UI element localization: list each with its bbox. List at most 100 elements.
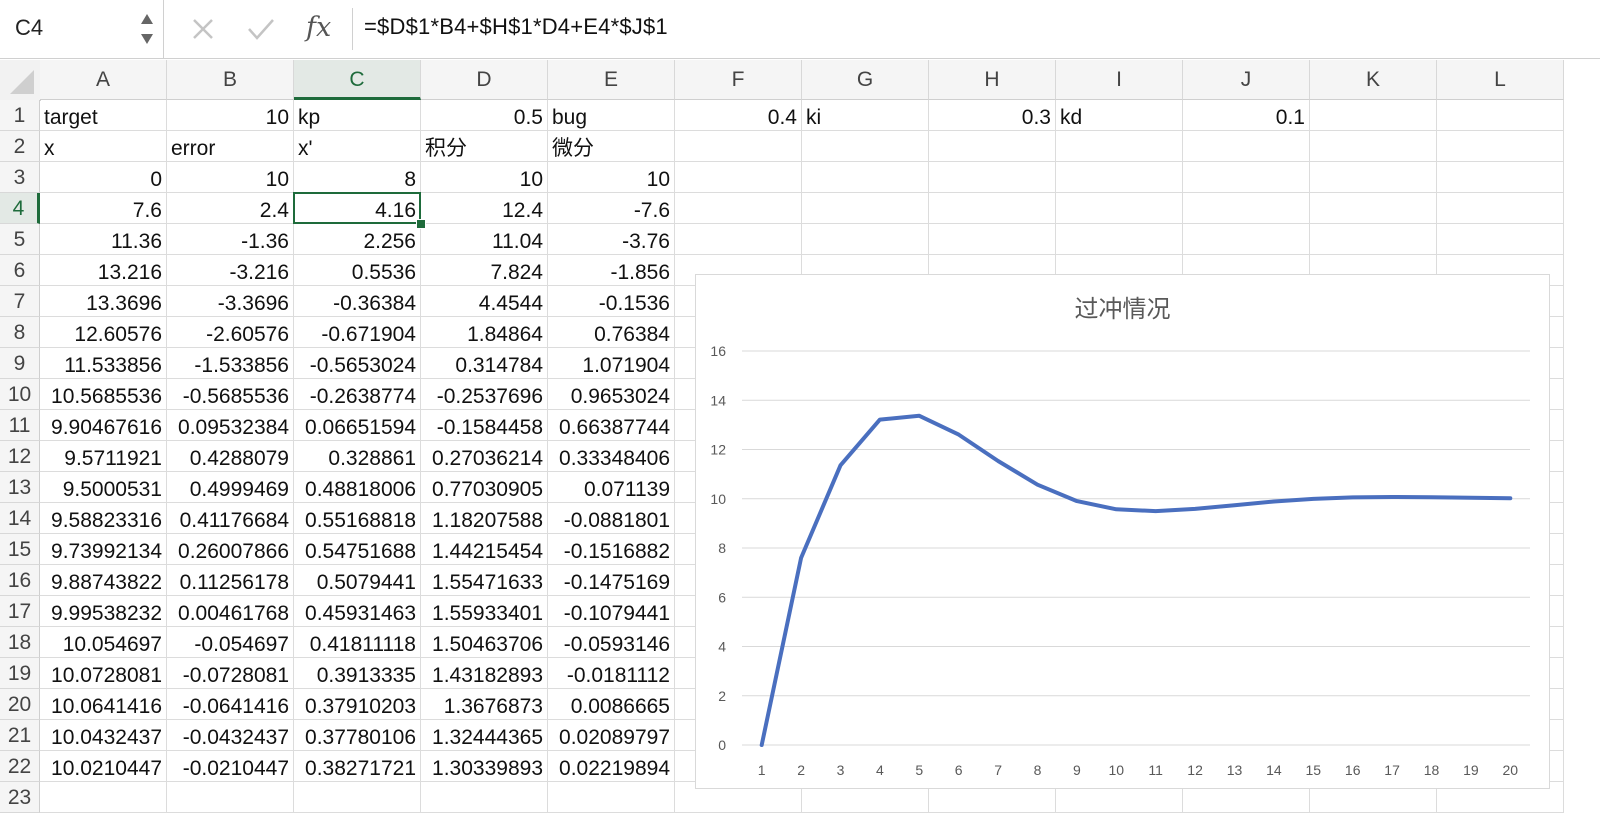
cell-i1[interactable]: kd bbox=[1056, 100, 1183, 131]
cell-g4[interactable] bbox=[802, 193, 929, 224]
cell-d19[interactable]: 1.43182893 bbox=[421, 658, 548, 689]
cell-i2[interactable] bbox=[1056, 131, 1183, 162]
cell-l4[interactable] bbox=[1437, 193, 1564, 224]
cell-j5[interactable] bbox=[1183, 224, 1310, 255]
cell-d22[interactable]: 1.30339893 bbox=[421, 751, 548, 782]
cell-a15[interactable]: 9.73992134 bbox=[40, 534, 167, 565]
cell-d17[interactable]: 1.55933401 bbox=[421, 596, 548, 627]
cell-a2[interactable]: x bbox=[40, 131, 167, 162]
row-header-15[interactable]: 15 bbox=[0, 534, 40, 565]
cell-c6[interactable]: 0.5536 bbox=[294, 255, 421, 286]
cell-c1[interactable]: kp bbox=[294, 100, 421, 131]
cell-a7[interactable]: 13.3696 bbox=[40, 286, 167, 317]
cell-l3[interactable] bbox=[1437, 162, 1564, 193]
cell-c10[interactable]: -0.2638774 bbox=[294, 379, 421, 410]
cell-c2[interactable]: x' bbox=[294, 131, 421, 162]
cell-c5[interactable]: 2.256 bbox=[294, 224, 421, 255]
cell-d6[interactable]: 7.824 bbox=[421, 255, 548, 286]
select-all-corner[interactable] bbox=[0, 60, 41, 101]
row-header-21[interactable]: 21 bbox=[0, 720, 40, 751]
row-header-3[interactable]: 3 bbox=[0, 162, 40, 193]
cell-a22[interactable]: 10.0210447 bbox=[40, 751, 167, 782]
column-header-h[interactable]: H bbox=[929, 60, 1056, 100]
cell-l1[interactable] bbox=[1437, 100, 1564, 131]
column-header-l[interactable]: L bbox=[1437, 60, 1564, 100]
cell-a5[interactable]: 11.36 bbox=[40, 224, 167, 255]
row-header-8[interactable]: 8 bbox=[0, 317, 40, 348]
cell-d2[interactable]: 积分 bbox=[421, 131, 548, 162]
cell-a6[interactable]: 13.216 bbox=[40, 255, 167, 286]
cell-a14[interactable]: 9.58823316 bbox=[40, 503, 167, 534]
cell-e21[interactable]: 0.02089797 bbox=[548, 720, 675, 751]
cell-e22[interactable]: 0.02219894 bbox=[548, 751, 675, 782]
cell-f2[interactable] bbox=[675, 131, 802, 162]
cancel-x-icon[interactable] bbox=[190, 16, 216, 42]
row-header-4[interactable]: 4 bbox=[0, 193, 40, 224]
cell-f1[interactable]: 0.4 bbox=[675, 100, 802, 131]
cell-d9[interactable]: 0.314784 bbox=[421, 348, 548, 379]
fill-handle[interactable] bbox=[416, 219, 426, 229]
cell-b1[interactable]: 10 bbox=[167, 100, 294, 131]
cell-a18[interactable]: 10.054697 bbox=[40, 627, 167, 658]
cell-i5[interactable] bbox=[1056, 224, 1183, 255]
column-header-b[interactable]: B bbox=[167, 60, 294, 100]
cell-e13[interactable]: 0.071139 bbox=[548, 472, 675, 503]
cell-e1[interactable]: bug bbox=[548, 100, 675, 131]
cell-i4[interactable] bbox=[1056, 193, 1183, 224]
cell-g2[interactable] bbox=[802, 131, 929, 162]
cell-b11[interactable]: 0.09532384 bbox=[167, 410, 294, 441]
cell-d18[interactable]: 1.50463706 bbox=[421, 627, 548, 658]
cell-c21[interactable]: 0.37780106 bbox=[294, 720, 421, 751]
column-header-i[interactable]: I bbox=[1056, 60, 1183, 100]
row-header-23[interactable]: 23 bbox=[0, 782, 40, 813]
cell-g3[interactable] bbox=[802, 162, 929, 193]
row-header-17[interactable]: 17 bbox=[0, 596, 40, 627]
row-header-22[interactable]: 22 bbox=[0, 751, 40, 782]
cell-a20[interactable]: 10.0641416 bbox=[40, 689, 167, 720]
cell-d1[interactable]: 0.5 bbox=[421, 100, 548, 131]
row-header-5[interactable]: 5 bbox=[0, 224, 40, 255]
cell-c16[interactable]: 0.5079441 bbox=[294, 565, 421, 596]
cell-c9[interactable]: -0.5653024 bbox=[294, 348, 421, 379]
cell-a16[interactable]: 9.88743822 bbox=[40, 565, 167, 596]
row-header-2[interactable]: 2 bbox=[0, 131, 40, 162]
name-box[interactable]: C4 bbox=[0, 0, 164, 58]
cell-c13[interactable]: 0.48818006 bbox=[294, 472, 421, 503]
cell-e6[interactable]: -1.856 bbox=[548, 255, 675, 286]
cell-h3[interactable] bbox=[929, 162, 1056, 193]
column-header-f[interactable]: F bbox=[675, 60, 802, 100]
cell-g1[interactable]: ki bbox=[802, 100, 929, 131]
cell-d10[interactable]: -0.2537696 bbox=[421, 379, 548, 410]
cell-j1[interactable]: 0.1 bbox=[1183, 100, 1310, 131]
cell-b19[interactable]: -0.0728081 bbox=[167, 658, 294, 689]
row-header-13[interactable]: 13 bbox=[0, 472, 40, 503]
cell-b10[interactable]: -0.5685536 bbox=[167, 379, 294, 410]
cell-k4[interactable] bbox=[1310, 193, 1437, 224]
row-header-12[interactable]: 12 bbox=[0, 441, 40, 472]
cell-b12[interactable]: 0.4288079 bbox=[167, 441, 294, 472]
cell-d11[interactable]: -0.1584458 bbox=[421, 410, 548, 441]
cell-b21[interactable]: -0.0432437 bbox=[167, 720, 294, 751]
cell-e23[interactable] bbox=[548, 782, 675, 813]
formula-input[interactable]: =$D$1*B4+$H$1*D4+E4*$J$1 bbox=[364, 14, 668, 40]
line-chart[interactable]: 过冲情况 0 2 4 6 8 10 12 14 16 1 2 3 4 5 6 7 8 9 10 11 12 13 14 15 16… bbox=[695, 274, 1550, 789]
cell-g5[interactable] bbox=[802, 224, 929, 255]
row-header-19[interactable]: 19 bbox=[0, 658, 40, 689]
cell-b17[interactable]: 0.00461768 bbox=[167, 596, 294, 627]
cell-d20[interactable]: 1.3676873 bbox=[421, 689, 548, 720]
row-header-11[interactable]: 11 bbox=[0, 410, 40, 441]
row-header-7[interactable]: 7 bbox=[0, 286, 40, 317]
cell-e16[interactable]: -0.1475169 bbox=[548, 565, 675, 596]
cell-a12[interactable]: 9.5711921 bbox=[40, 441, 167, 472]
cell-e14[interactable]: -0.0881801 bbox=[548, 503, 675, 534]
cell-b20[interactable]: -0.0641416 bbox=[167, 689, 294, 720]
cell-a23[interactable] bbox=[40, 782, 167, 813]
cell-k1[interactable] bbox=[1310, 100, 1437, 131]
cell-b5[interactable]: -1.36 bbox=[167, 224, 294, 255]
cell-b23[interactable] bbox=[167, 782, 294, 813]
column-header-j[interactable]: J bbox=[1183, 60, 1310, 100]
cell-e15[interactable]: -0.1516882 bbox=[548, 534, 675, 565]
cell-d14[interactable]: 1.18207588 bbox=[421, 503, 548, 534]
cell-e7[interactable]: -0.1536 bbox=[548, 286, 675, 317]
cell-e12[interactable]: 0.33348406 bbox=[548, 441, 675, 472]
